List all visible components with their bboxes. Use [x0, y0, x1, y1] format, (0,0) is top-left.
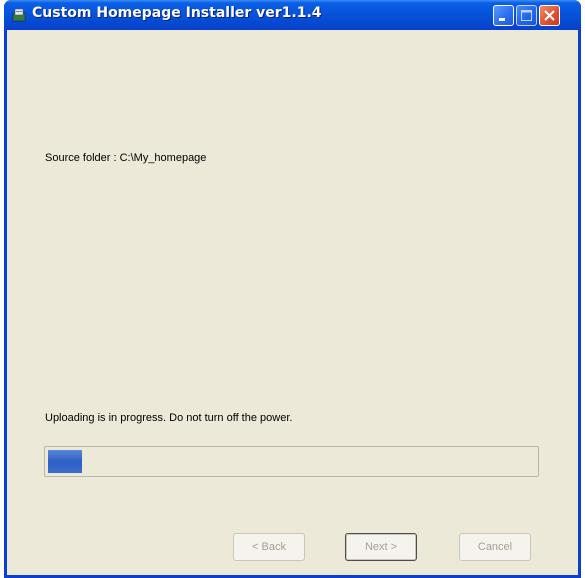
installer-app-icon — [11, 7, 27, 23]
source-folder-label: Source folder : C:\My_homepage — [45, 152, 207, 164]
minimize-icon — [499, 18, 505, 21]
close-icon — [544, 10, 555, 21]
back-button[interactable]: < Back — [233, 533, 305, 561]
cancel-button[interactable]: Cancel — [459, 533, 531, 561]
window-content: Source folder : C:\My_homepage Uploading… — [7, 30, 578, 575]
title-bar[interactable]: Custom Homepage Installer ver1.1.4 — [4, 0, 581, 30]
maximize-button[interactable] — [516, 5, 537, 26]
next-button[interactable]: Next > — [345, 533, 417, 561]
minimize-button[interactable] — [493, 5, 514, 26]
upload-status-text: Uploading is in progress. Do not turn of… — [45, 412, 293, 424]
progress-fill — [48, 450, 82, 473]
window-title: Custom Homepage Installer ver1.1.4 — [32, 5, 322, 21]
installer-window: Custom Homepage Installer ver1.1.4 Sourc… — [4, 0, 581, 578]
close-button[interactable] — [539, 5, 560, 26]
maximize-icon — [521, 10, 532, 21]
upload-progress-bar — [44, 446, 539, 477]
